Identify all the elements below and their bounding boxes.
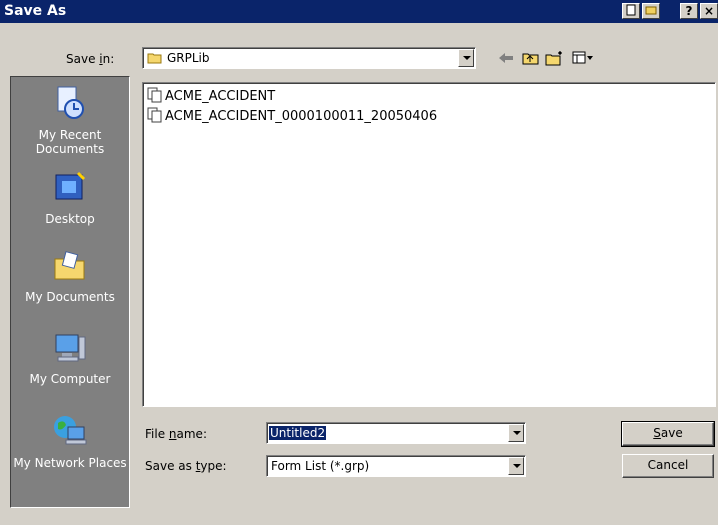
close-button[interactable]: × bbox=[700, 3, 718, 19]
up-folder-icon[interactable] bbox=[522, 50, 540, 69]
chevron-down-icon[interactable] bbox=[508, 424, 524, 442]
save-as-type-label: Save as type: bbox=[145, 459, 227, 473]
save-as-type-dropdown[interactable]: Form List (*.grp) bbox=[266, 455, 526, 477]
chevron-down-icon[interactable] bbox=[508, 457, 524, 475]
place-label: My Computer bbox=[29, 372, 111, 386]
my-computer-icon bbox=[11, 331, 129, 368]
place-label: My Documents bbox=[25, 290, 115, 304]
place-desktop[interactable]: Desktop bbox=[11, 171, 129, 226]
file-name-label: File name: bbox=[145, 427, 207, 441]
network-places-icon bbox=[11, 413, 129, 452]
title-bar[interactable]: Save As ? × bbox=[0, 0, 718, 23]
place-label: Desktop bbox=[45, 212, 95, 226]
save-in-value: GRPLib bbox=[167, 51, 210, 65]
folder-icon bbox=[147, 51, 163, 68]
file-name-value[interactable]: Untitled2 bbox=[269, 426, 327, 440]
file-name: ACME_ACCIDENT bbox=[165, 89, 276, 104]
my-documents-icon bbox=[11, 249, 129, 286]
place-label: My Network Places bbox=[13, 456, 127, 470]
file-name-field[interactable]: Untitled2 bbox=[266, 422, 526, 444]
view-menu-icon[interactable] bbox=[572, 50, 594, 69]
save-type-value: Form List (*.grp) bbox=[271, 459, 370, 473]
recent-documents-icon bbox=[11, 85, 129, 124]
place-network-places[interactable]: My Network Places bbox=[11, 413, 129, 470]
places-bar: My Recent Documents Desktop My Documents… bbox=[10, 76, 130, 508]
place-my-computer[interactable]: My Computer bbox=[11, 331, 129, 386]
file-name: ACME_ACCIDENT_0000100011_20050406 bbox=[165, 109, 438, 124]
place-recent-documents[interactable]: My Recent Documents bbox=[11, 85, 129, 156]
save-in-label: Save in: bbox=[66, 52, 115, 66]
desktop-icon bbox=[11, 171, 129, 208]
help-button[interactable]: ? bbox=[680, 3, 698, 19]
chevron-down-icon[interactable] bbox=[458, 49, 474, 67]
file-list[interactable]: ACME_ACCIDENT ACME_ACCIDENT_0000100011_2… bbox=[142, 82, 716, 407]
file-icon bbox=[147, 107, 163, 128]
back-arrow-icon[interactable] bbox=[497, 50, 515, 69]
place-label: My Recent Documents bbox=[35, 128, 105, 156]
cancel-button[interactable]: Cancel bbox=[622, 454, 714, 478]
file-icon bbox=[147, 87, 163, 108]
save-in-dropdown[interactable]: GRPLib bbox=[142, 47, 476, 69]
folder-title-icon[interactable] bbox=[642, 3, 660, 19]
save-button[interactable]: Save bbox=[621, 421, 715, 447]
list-item[interactable]: ACME_ACCIDENT bbox=[147, 87, 275, 108]
place-my-documents[interactable]: My Documents bbox=[11, 249, 129, 304]
list-item[interactable]: ACME_ACCIDENT_0000100011_20050406 bbox=[147, 107, 437, 128]
new-page-icon[interactable] bbox=[622, 3, 640, 19]
new-folder-icon[interactable] bbox=[545, 50, 565, 69]
window-title: Save As bbox=[4, 3, 67, 19]
